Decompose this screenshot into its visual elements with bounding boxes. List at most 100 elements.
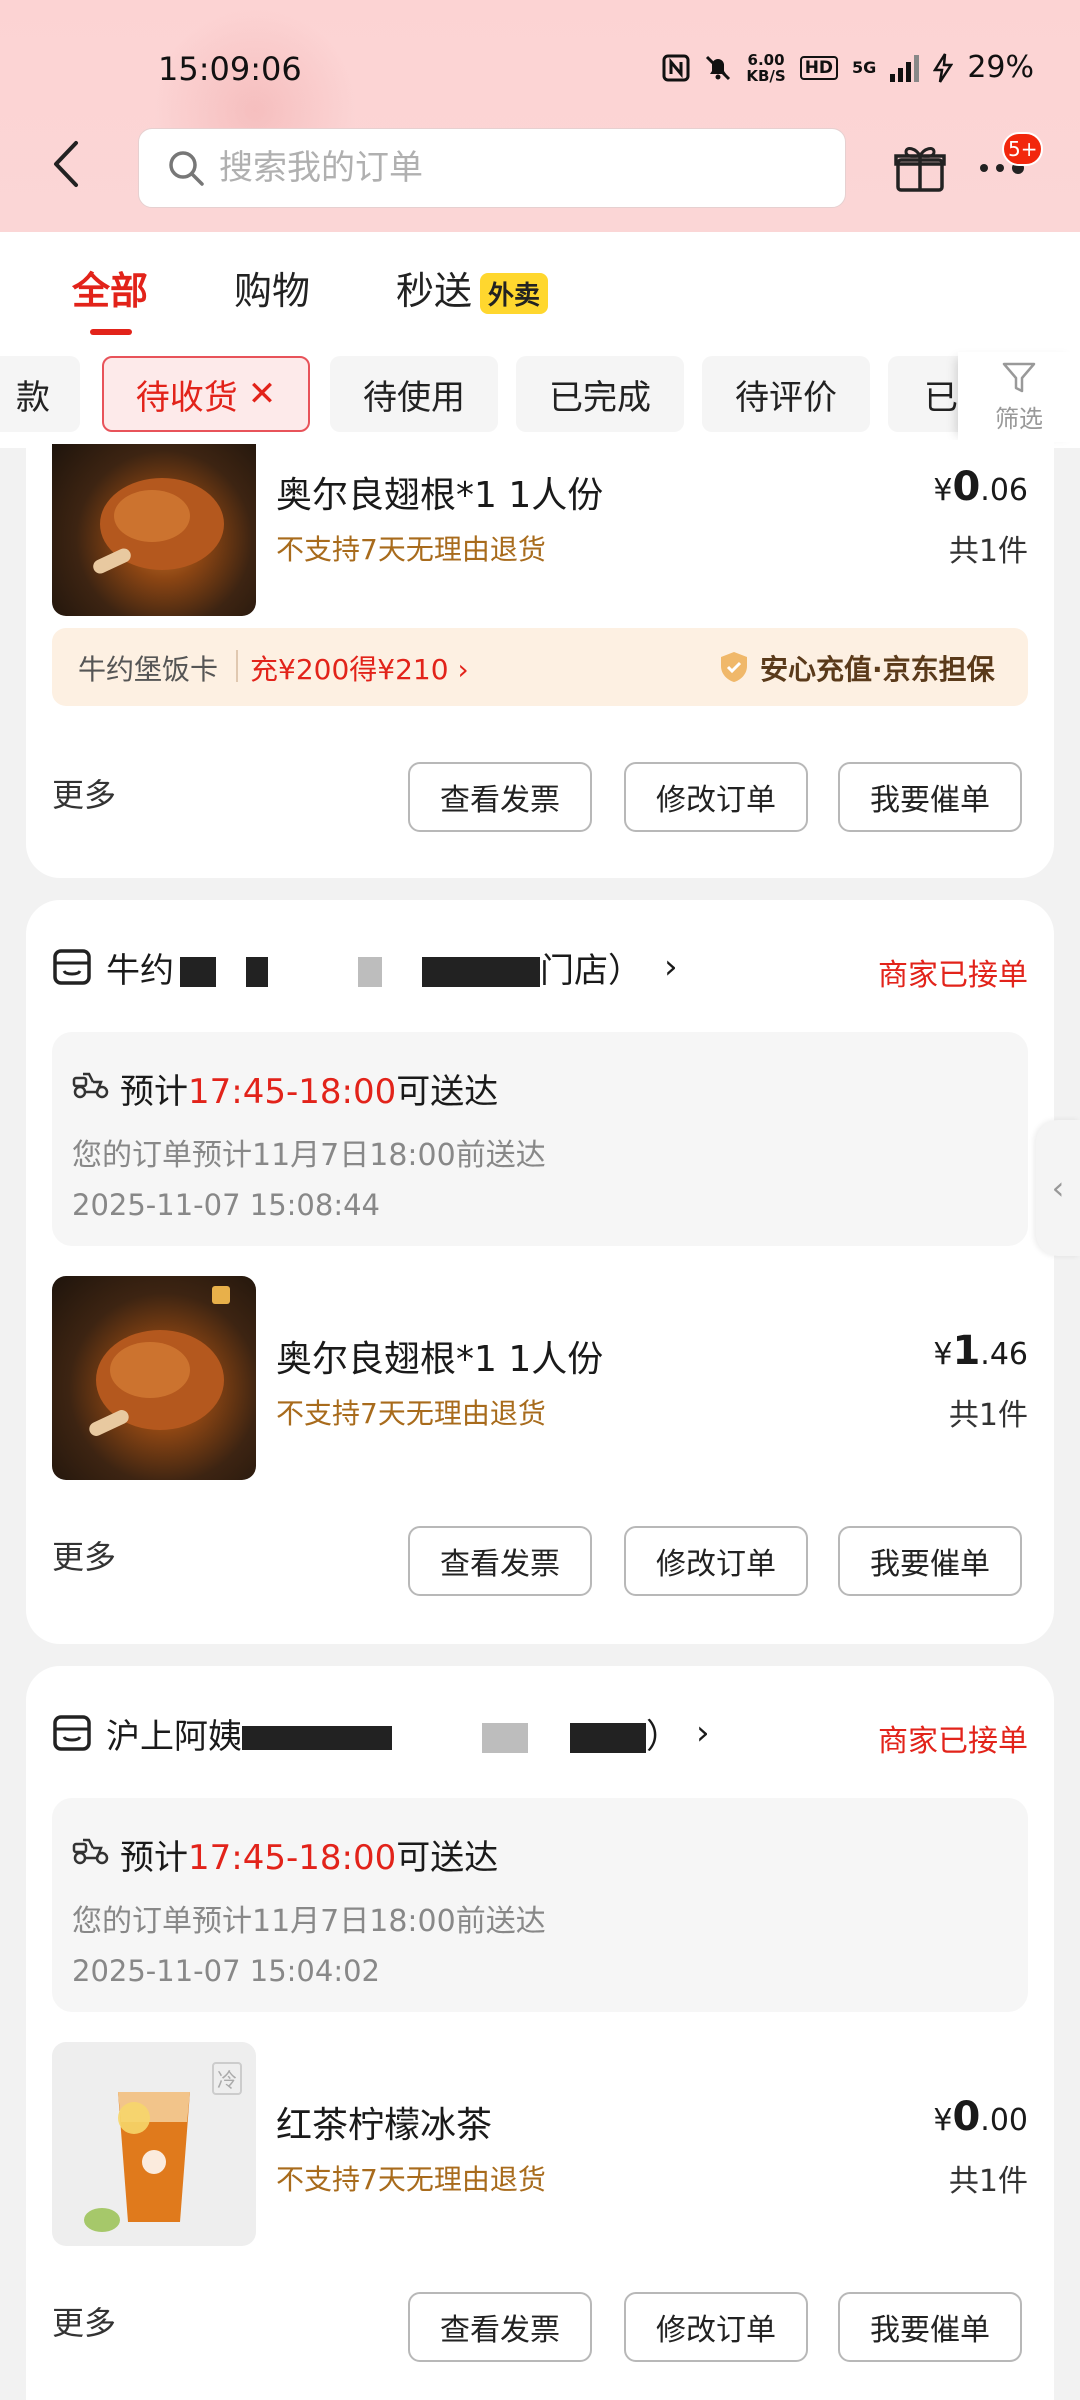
urge-order-button[interactable]: 我要催单 [838,2292,1022,2362]
delivery-info-box[interactable]: 预计17:45-18:00可送达 您的订单预计11月7日18:00前送达 202… [52,1798,1028,2012]
chip-completed-label: 已完成 [549,377,651,418]
view-invoice-button[interactable]: 查看发票 [408,2292,592,2362]
delivery-info-box[interactable]: 预计17:45-18:00可送达 您的订单预计11月7日18:00前送达 202… [52,1032,1028,1246]
chip-to-review[interactable]: 待评价 [702,356,870,432]
gift-icon[interactable] [894,142,946,194]
hd-icon: HD [799,55,839,80]
eta-suffix: 可送达 [396,1838,499,1878]
order-tabs: 全部 购物 秒送 外卖 款 待收货 ✕ 待使用 已完成 待评价 已 筛选 [0,232,1080,448]
redacted-text [242,1726,392,1750]
view-invoice-button[interactable]: 查看发票 [408,762,592,832]
redacted-text [482,1723,528,1753]
store-name-suffix: ） [646,1716,680,1757]
modify-order-button[interactable]: 修改订单 [624,1526,808,1596]
order-card-1[interactable]: 奥尔良翅根*1 1人份 不支持7天无理由退货 ¥0.06 共1件 牛约堡饭卡 充… [26,440,1054,878]
chip-close-icon[interactable]: ✕ [248,374,277,414]
network-type: 5G [852,58,877,77]
order-status: 商家已接单 [878,958,1028,993]
more-link[interactable]: 更多 [52,2298,116,2344]
tab-shopping[interactable]: 购物 [234,260,310,315]
back-arrow-icon[interactable] [52,140,80,188]
chevron-left-icon: ‹ [1051,1169,1065,1207]
order-card-3[interactable]: 沪上阿姨 ） › 商家已接单 预计17:45-18:00可送达 您的订单预计11月… [26,1666,1054,2400]
order-card-2[interactable]: 牛约 门店） › 商家已接单 预计17:45-18:00可送达 您的订单预计11月… [26,900,1054,1644]
filter-button[interactable]: 筛选 [958,352,1080,442]
redacted-text [358,957,382,987]
promo-card-name: 牛约堡饭卡 [78,653,219,686]
more-link[interactable]: 更多 [52,1532,116,1578]
tab-shopping-label: 购物 [234,269,311,313]
promo-offer-text: 充¥200得¥210 [250,653,449,686]
price-integer: 0 [952,2094,981,2140]
scooter-icon [72,1838,109,1865]
search-bar[interactable] [138,128,846,208]
signal-icon [890,54,920,82]
promo-guarantee: 安心充值·京东担保 [760,653,995,686]
price-decimal: .06 [980,473,1028,508]
chicken-wing-image [93,478,224,574]
side-drawer-handle[interactable]: ‹ [1036,1120,1080,1256]
redacted-text [570,1723,646,1753]
promo-offer[interactable]: 充¥200得¥210 › [250,648,469,688]
product-name[interactable]: 奥尔良翅根*1 1人份 [276,1330,603,1382]
price-decimal: .00 [980,2103,1028,2138]
status-filter-chips: 款 待收货 ✕ 待使用 已完成 待评价 已 [0,356,960,432]
chevron-right-icon: › [457,653,469,686]
tab-all[interactable]: 全部 [72,260,148,335]
chip-partial-right[interactable]: 已 [888,356,960,432]
chip-partial-right-label: 已 [924,377,958,418]
promo-divider [236,650,238,682]
redacted-text [422,957,540,987]
eta-time: 17:45-18:00 [188,1072,397,1112]
chip-partial[interactable]: 款 [0,356,80,432]
eta-prefix: 预计 [120,1838,188,1878]
store-name[interactable]: 沪上阿姨 ） [106,1709,680,1758]
chip-pending-receipt[interactable]: 待收货 ✕ [102,356,310,432]
store-name[interactable]: 牛约 门店） [106,943,642,992]
chip-pending-receipt-label: 待收货 [135,377,238,418]
more-link[interactable]: 更多 [52,770,116,816]
nfc-icon [662,54,690,81]
recharge-promo-banner[interactable]: 牛约堡饭卡 充¥200得¥210 › 安心充值·京东担保 [52,628,1028,706]
currency-symbol: ¥ [933,1337,953,1372]
view-invoice-button[interactable]: 查看发票 [408,1526,592,1596]
mute-bell-icon [706,55,731,80]
waimai-tag: 外卖 [480,273,549,314]
product-image[interactable] [52,1276,256,1480]
eta-time: 17:45-18:00 [188,1838,397,1878]
redacted-text [246,957,268,987]
product-name[interactable]: 奥尔良翅根*1 1人份 [276,466,603,518]
chip-completed[interactable]: 已完成 [516,356,684,432]
chicken-wing-image [89,1286,230,1436]
search-input[interactable] [217,147,781,189]
net-speed-value: 6.00 [747,50,785,69]
delivery-description: 您的订单预计11月7日18:00前送达 [72,1138,546,1173]
order-status: 商家已接单 [878,1724,1028,1759]
return-policy-note: 不支持7天无理由退货 [276,533,546,566]
tab-instant-delivery[interactable]: 秒送 外卖 [396,260,549,315]
chip-to-use-label: 待使用 [363,377,465,418]
shield-check-icon [721,652,747,682]
product-image[interactable]: 冷 [52,2042,256,2246]
product-name[interactable]: 红茶柠檬冰茶 [276,2096,492,2148]
product-price: ¥0.00 [933,2094,1028,2140]
product-image[interactable] [52,444,256,616]
cold-tag: 冷 [212,2062,242,2095]
modify-order-button[interactable]: 修改订单 [624,762,808,832]
store-icon [53,1715,91,1751]
product-price: ¥0.06 [933,464,1028,510]
return-policy-note: 不支持7天无理由退货 [276,2163,546,2196]
urge-order-button[interactable]: 我要催单 [838,762,1022,832]
chip-to-use[interactable]: 待使用 [330,356,498,432]
eta-prefix: 预计 [120,1072,188,1112]
currency-symbol: ¥ [933,473,953,508]
order-timestamp: 2025-11-07 15:04:02 [72,1954,380,1988]
tab-instant-delivery-label: 秒送 [396,269,473,313]
urge-order-button[interactable]: 我要催单 [838,1526,1022,1596]
item-count: 共1件 [948,534,1028,569]
message-badge: 5+ [1002,132,1044,166]
filter-icon [1002,362,1036,392]
modify-order-button[interactable]: 修改订单 [624,2292,808,2362]
eta-suffix: 可送达 [396,1072,499,1112]
battery-level: 29% [967,50,1034,85]
